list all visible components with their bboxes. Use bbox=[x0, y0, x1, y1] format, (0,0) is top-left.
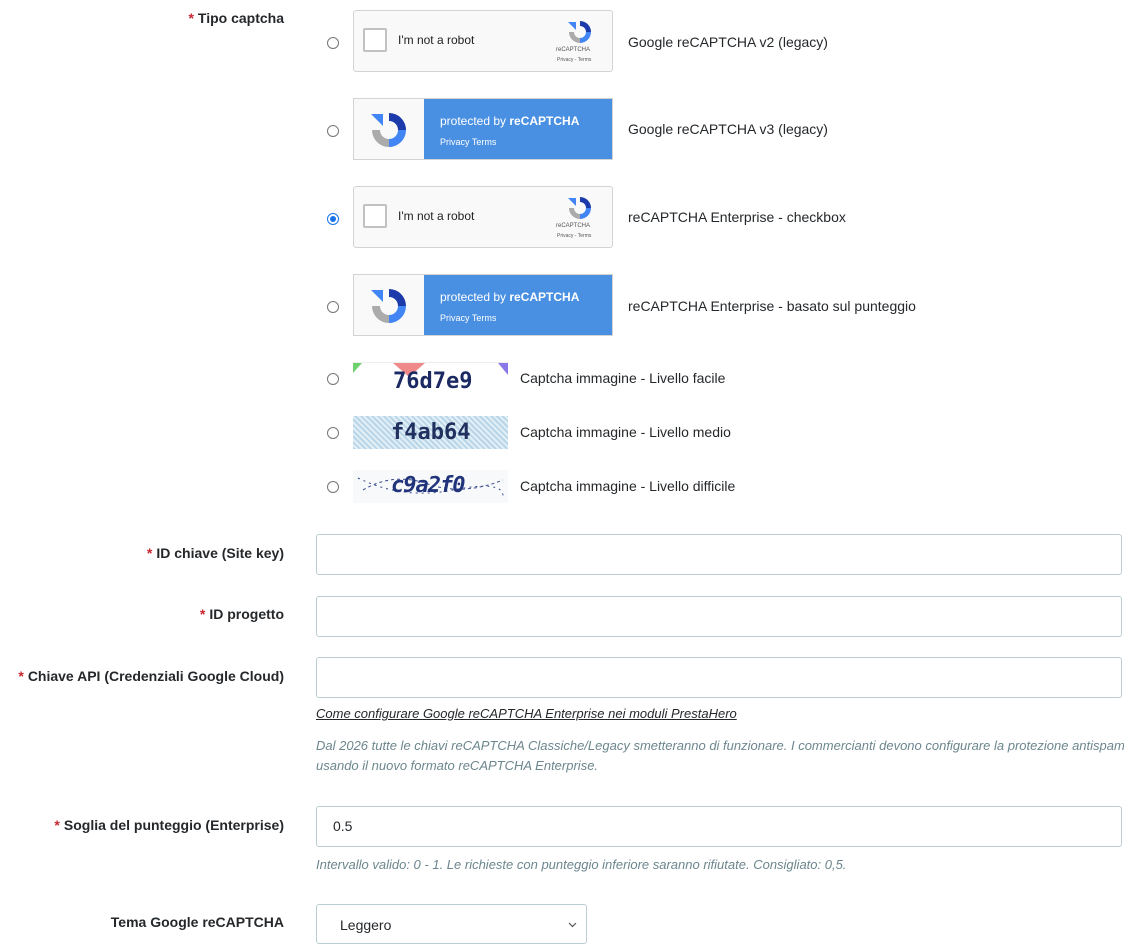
api-key-input[interactable] bbox=[316, 657, 1122, 698]
captcha-image-medium: f4ab64 bbox=[353, 416, 508, 449]
option-label-enterprise-checkbox: reCAPTCHA Enterprise - checkbox bbox=[628, 209, 846, 225]
captcha-image-hard: c9a2f0 bbox=[353, 470, 508, 503]
score-threshold-help-text: Intervallo valido: 0 - 1. Le richieste c… bbox=[316, 857, 847, 872]
recaptcha-checkbox bbox=[363, 28, 387, 52]
option-label-enterprise-score: reCAPTCHA Enterprise - basato sul punteg… bbox=[628, 298, 916, 314]
theme-label: Tema Google reCAPTCHA bbox=[110, 914, 284, 930]
option-label-image-medium: Captcha immagine - Livello medio bbox=[520, 424, 731, 440]
radio-recaptcha-v2[interactable] bbox=[327, 37, 339, 49]
help-link-enterprise-setup[interactable]: Come configurare Google reCAPTCHA Enterp… bbox=[316, 706, 737, 721]
score-threshold-label: * Soglia del punteggio (Enterprise) bbox=[54, 817, 284, 833]
captcha-image-easy: 76d7e9 bbox=[353, 362, 508, 395]
recaptcha-logo-icon bbox=[568, 21, 591, 43]
site-key-label: * ID chiave (Site key) bbox=[146, 545, 284, 561]
project-id-label: * ID progetto bbox=[199, 606, 284, 622]
radio-enterprise-checkbox[interactable] bbox=[327, 213, 339, 225]
api-key-help-text: Dal 2026 tutte le chiavi reCAPTCHA Class… bbox=[316, 738, 1124, 773]
project-id-input[interactable] bbox=[316, 596, 1122, 637]
radio-image-medium[interactable] bbox=[327, 427, 339, 439]
site-key-input[interactable] bbox=[316, 534, 1122, 575]
radio-recaptcha-v3[interactable] bbox=[327, 125, 339, 137]
recaptcha-logo-icon bbox=[568, 197, 591, 219]
recaptcha-logo-icon bbox=[371, 113, 406, 147]
enterprise-checkbox-preview: I'm not a robot reCAPTCHA Privacy - Term… bbox=[353, 186, 613, 248]
option-label-image-easy: Captcha immagine - Livello facile bbox=[520, 370, 726, 386]
chevron-down-icon bbox=[568, 922, 577, 928]
radio-image-hard[interactable] bbox=[327, 481, 339, 493]
radio-image-easy[interactable] bbox=[327, 373, 339, 385]
option-label-image-hard: Captcha immagine - Livello difficile bbox=[520, 478, 736, 494]
recaptcha-v2-checkbox-preview: I'm not a robot reCAPTCHA Privacy - Term… bbox=[353, 10, 613, 72]
radio-enterprise-score[interactable] bbox=[327, 301, 339, 313]
enterprise-score-badge-preview: protected by reCAPTCHA Privacy Terms bbox=[353, 274, 613, 336]
recaptcha-logo-icon bbox=[371, 289, 406, 323]
score-threshold-input[interactable]: 0.5 bbox=[316, 806, 1122, 847]
option-label-recaptcha-v2: Google reCAPTCHA v2 (legacy) bbox=[628, 34, 828, 50]
recaptcha-checkbox bbox=[363, 204, 387, 228]
option-label-recaptcha-v3: Google reCAPTCHA v3 (legacy) bbox=[628, 121, 828, 137]
theme-select[interactable]: Leggero bbox=[316, 904, 587, 944]
recaptcha-v3-badge-preview: protected by reCAPTCHA Privacy Terms bbox=[353, 98, 613, 160]
api-key-label: * Chiave API (Credenziali Google Cloud) bbox=[18, 668, 284, 684]
captcha-type-label: * Tipo captcha bbox=[188, 10, 284, 26]
